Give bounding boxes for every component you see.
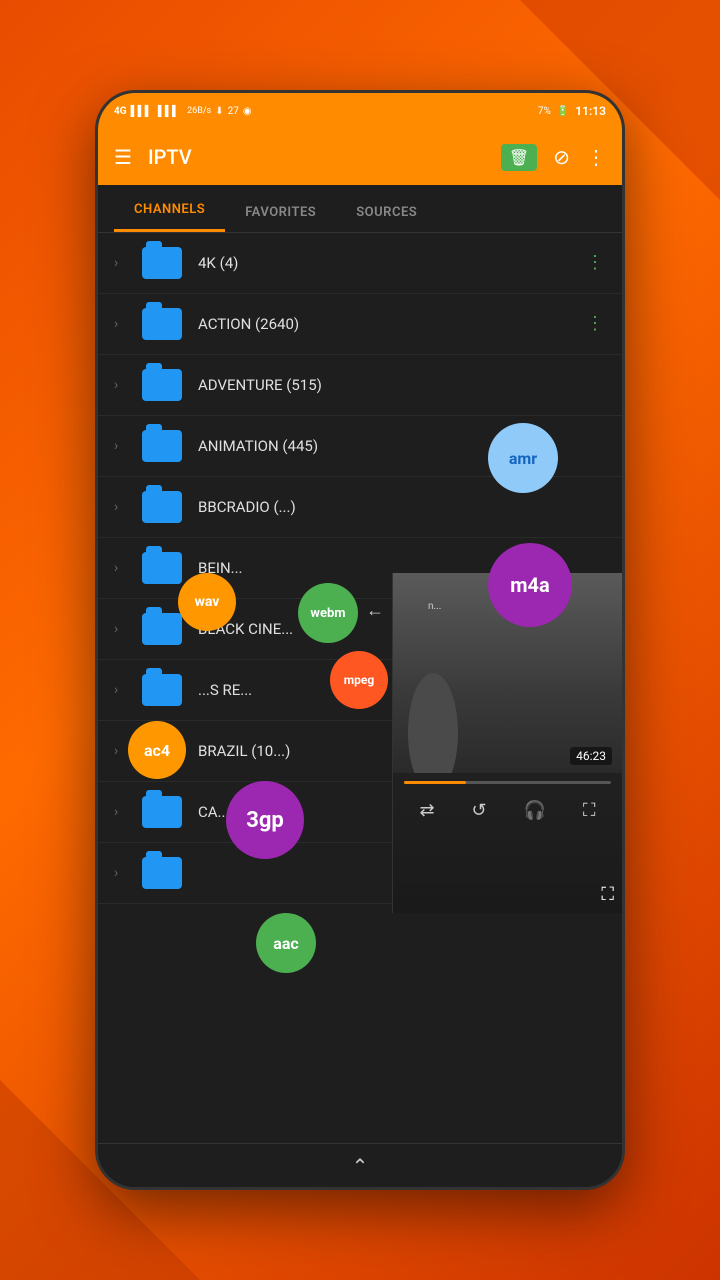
download-option-text: n... [428, 601, 441, 612]
signal-icon2: ▌▌▌ [158, 106, 179, 117]
folder-icon [142, 857, 182, 889]
folder-icon [142, 308, 182, 340]
channel-name: ADVENTURE (515) [198, 376, 606, 394]
app-bar: ☰ IPTV 🗑 ⊘ ⋮ [98, 129, 622, 185]
battery-level: 7% [538, 106, 551, 117]
expand-icon[interactable]: ⛶ [601, 884, 614, 905]
badge-aac: aac [256, 913, 316, 973]
list-item[interactable]: › ADVENTURE (515) [98, 355, 622, 416]
badge-mpeg: mpeg [330, 651, 388, 709]
loop-icon[interactable]: ↺ [472, 800, 487, 821]
folder-icon [142, 430, 182, 462]
fullscreen-icon[interactable]: ⛶ [583, 800, 596, 821]
more-icon[interactable]: ⋮ [586, 254, 606, 272]
delete-icon[interactable]: 🗑 [501, 144, 537, 171]
video-overlay-panel: 46:23 ⇄ ↺ 🎧 ⛶ ⛶ [392, 573, 622, 913]
folder-icon [142, 369, 182, 401]
chevron-icon: › [114, 682, 126, 698]
folder-icon [142, 247, 182, 279]
chevron-icon: › [114, 255, 126, 271]
chevron-icon: › [114, 865, 126, 881]
network-type: 4G [114, 106, 127, 117]
status-left: 4G ▌▌▌ ▌▌▌ 26B/s ⬇ 27 ◉ [114, 106, 252, 117]
badge-ac4: ac4 [128, 721, 186, 779]
toolbar-icons: 🗑 ⊘ ⋮ [501, 144, 606, 171]
badge-amr: amr [488, 423, 558, 493]
shuffle-icon[interactable]: ⇄ [419, 800, 434, 821]
status-bar: 4G ▌▌▌ ▌▌▌ 26B/s ⬇ 27 ◉ 7% 🔋 11:13 [98, 93, 622, 129]
status-right: 7% 🔋 11:13 [538, 104, 606, 118]
channel-name: BBCRADIO (...) [198, 498, 606, 516]
tab-favorites[interactable]: FAVORITES [225, 193, 336, 232]
time-display: 11:13 [575, 104, 606, 118]
channel-name: 4K (4) [198, 254, 570, 272]
folder-icon [142, 491, 182, 523]
hide-icon[interactable]: ⊘ [553, 145, 570, 169]
download-count: 27 [228, 106, 239, 117]
folder-icon [142, 796, 182, 828]
bottom-bar: ⌃ [98, 1143, 622, 1187]
chevron-icon: › [114, 377, 126, 393]
data-speed: 26B/s [187, 106, 211, 116]
more-icon[interactable]: ⋮ [586, 315, 606, 333]
badge-m4a: m4a [488, 543, 572, 627]
folder-icon [142, 613, 182, 645]
menu-icon[interactable]: ☰ [114, 145, 132, 169]
tab-channels[interactable]: CHANNELS [114, 190, 225, 232]
download-icon: ⬇ [215, 106, 223, 117]
tab-sources[interactable]: SOURCES [336, 193, 437, 232]
list-item[interactable]: › 4K (4) ⋮ [98, 233, 622, 294]
tab-bar: CHANNELS FAVORITES SOURCES [98, 185, 622, 233]
chevron-icon: › [114, 621, 126, 637]
more-options-icon[interactable]: ⋮ [586, 145, 606, 169]
video-progress-bar[interactable] [404, 781, 610, 784]
chevron-icon: › [114, 438, 126, 454]
chevron-icon: › [114, 743, 126, 759]
video-controls: ⇄ ↺ 🎧 ⛶ [393, 792, 622, 829]
chevron-icon: › [114, 316, 126, 332]
badge-wav: wav [178, 573, 236, 631]
badge-webm: webm [298, 583, 358, 643]
video-timestamp: 46:23 [570, 747, 612, 765]
folder-icon [142, 674, 182, 706]
phone-container: 4G ▌▌▌ ▌▌▌ 26B/s ⬇ 27 ◉ 7% 🔋 11:13 ☰ IPT… [95, 90, 625, 1190]
app-title: IPTV [148, 145, 485, 169]
channel-name: ACTION (2640) [198, 315, 570, 333]
chevron-icon: › [114, 804, 126, 820]
signal-icon: ▌▌▌ [131, 106, 152, 117]
headphone-icon[interactable]: 🎧 [524, 800, 546, 821]
circle-icon: ◉ [243, 106, 252, 117]
list-item[interactable]: › ACTION (2640) ⋮ [98, 294, 622, 355]
battery-icon: 🔋 [557, 106, 569, 117]
chevron-icon: › [114, 560, 126, 576]
video-progress-fill [404, 781, 466, 784]
arrow-indicator: ← [366, 600, 384, 621]
folder-icon [142, 552, 182, 584]
collapse-icon[interactable]: ⌃ [352, 1154, 369, 1178]
chevron-icon: › [114, 499, 126, 515]
badge-3gp: 3gp [226, 781, 304, 859]
